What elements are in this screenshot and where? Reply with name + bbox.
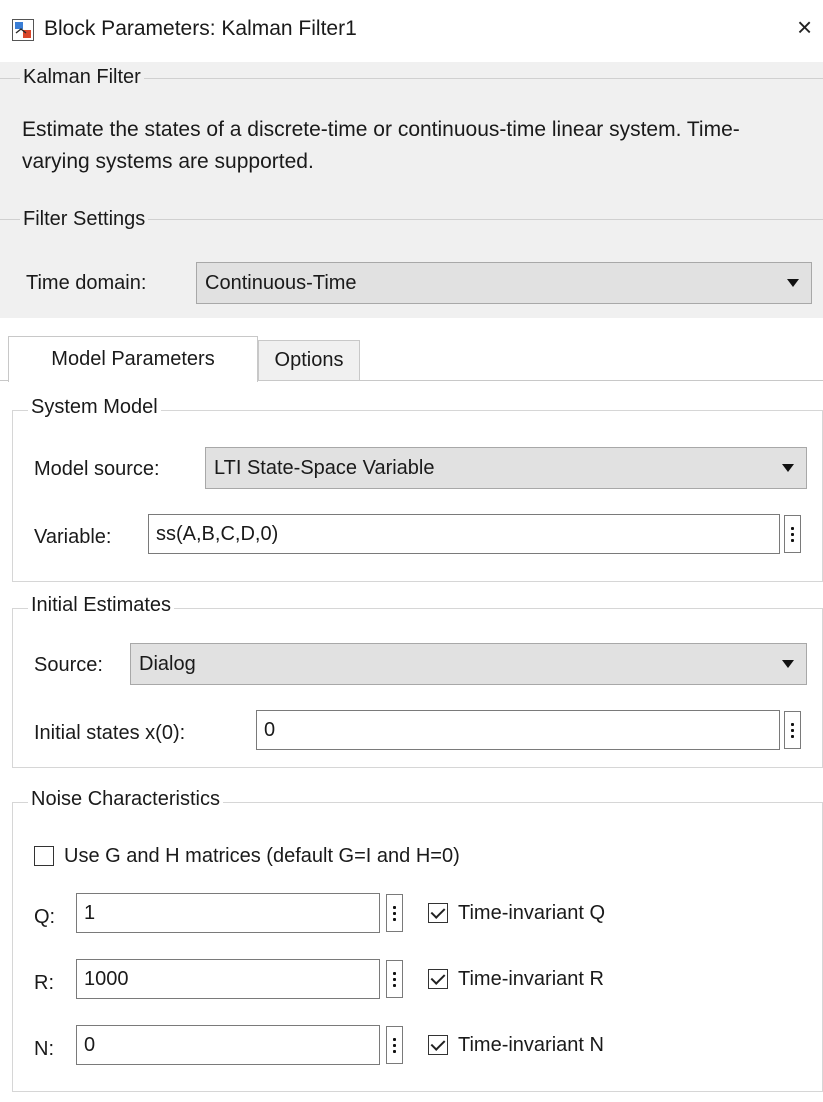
chevron-down-icon [782, 464, 794, 472]
vertical-ellipsis-icon[interactable] [386, 1026, 403, 1064]
chevron-down-icon [782, 660, 794, 668]
block-description: Estimate the states of a discrete-time o… [22, 118, 740, 173]
variable-input[interactable]: ss(A,B,C,D,0) [148, 514, 780, 554]
n-input[interactable]: 0 [76, 1025, 380, 1065]
variable-label: Variable: [34, 526, 112, 548]
tab-label: Model Parameters [51, 348, 215, 370]
filter-settings-label: Filter Settings [20, 208, 149, 231]
time-invariant-n-checkbox[interactable] [428, 1035, 448, 1055]
use-gh-checkbox[interactable] [34, 846, 54, 866]
r-input[interactable]: 1000 [76, 959, 380, 999]
source-dropdown[interactable]: Dialog [130, 643, 807, 685]
tab-options[interactable]: Options [258, 340, 360, 381]
time-domain-dropdown[interactable]: Continuous-Time [196, 262, 812, 304]
r-label: R: [34, 972, 54, 994]
r-value: 1000 [84, 967, 129, 990]
source-value: Dialog [139, 652, 196, 675]
q-label: Q: [34, 906, 56, 928]
tab-model-parameters[interactable]: Model Parameters [8, 336, 258, 382]
time-invariant-q-label: Time-invariant Q [458, 902, 606, 924]
system-model-group [12, 410, 823, 582]
source-label: Source: [34, 654, 103, 676]
n-value: 0 [84, 1033, 96, 1056]
title-bar: Block Parameters: Kalman Filter1 × [0, 0, 823, 60]
model-source-label: Model source: [34, 458, 160, 480]
close-icon[interactable]: × [797, 12, 812, 43]
vertical-ellipsis-icon[interactable] [386, 960, 403, 998]
q-input[interactable]: 1 [76, 893, 380, 933]
n-label: N: [34, 1038, 54, 1060]
tab-label: Options [274, 349, 344, 371]
noise-characteristics-title: Noise Characteristics [28, 788, 223, 811]
time-invariant-n-label: Time-invariant N [458, 1034, 604, 1056]
model-source-dropdown[interactable]: LTI State-Space Variable [205, 447, 807, 489]
time-invariant-r-label: Time-invariant R [458, 968, 604, 990]
vertical-ellipsis-icon[interactable] [386, 894, 403, 932]
vertical-ellipsis-icon[interactable] [784, 515, 801, 553]
system-model-title: System Model [28, 396, 161, 419]
initial-states-value: 0 [264, 718, 276, 741]
initial-states-label: Initial states x(0): [34, 722, 186, 744]
chevron-down-icon [787, 279, 799, 287]
vertical-ellipsis-icon[interactable] [784, 711, 801, 749]
initial-states-input[interactable]: 0 [256, 710, 780, 750]
simulink-block-icon [12, 19, 34, 41]
time-domain-value: Continuous-Time [205, 271, 357, 294]
variable-value: ss(A,B,C,D,0) [156, 522, 279, 545]
initial-estimates-title: Initial Estimates [28, 594, 175, 617]
q-value: 1 [84, 901, 96, 924]
model-source-value: LTI State-Space Variable [214, 456, 435, 479]
time-invariant-r-checkbox[interactable] [428, 969, 448, 989]
block-name: Kalman Filter [20, 66, 144, 89]
window-title: Block Parameters: Kalman Filter1 [44, 17, 357, 40]
use-gh-label: Use G and H matrices (default G=I and H=… [64, 845, 460, 867]
time-invariant-q-checkbox[interactable] [428, 903, 448, 923]
time-domain-label: Time domain: [26, 272, 147, 294]
